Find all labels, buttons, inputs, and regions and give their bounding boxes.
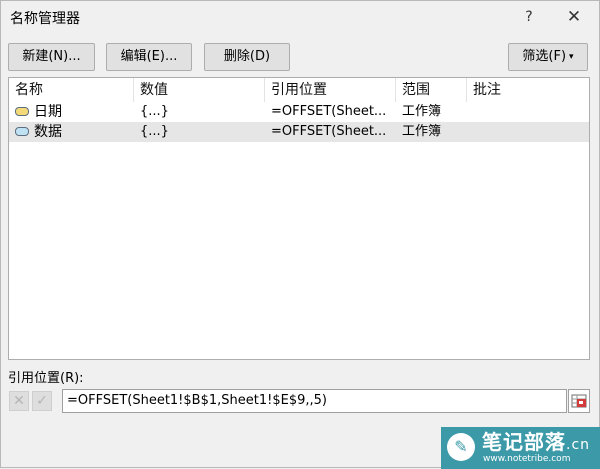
row-refers-to: =OFFSET(Sheet... [271, 124, 387, 139]
column-header-comment[interactable]: 批注 [467, 78, 589, 102]
row-value: {...} [140, 104, 169, 119]
row-name: 数据 [34, 124, 62, 140]
chevron-down-icon: ▾ [569, 52, 574, 62]
refers-to-label: 引用位置(R): [8, 371, 84, 386]
cancel-edit-icon[interactable]: ✕ [9, 391, 29, 411]
column-headers: 名称 数值 引用位置 范围 批注 [9, 78, 589, 102]
column-header-refers-to[interactable]: 引用位置 [265, 78, 396, 102]
dialog-title: 名称管理器 [10, 11, 80, 27]
watermark-logo: ✎ 笔记部落.cn www.notetribe.com [441, 427, 600, 469]
name-tag-cell [13, 122, 33, 142]
row-scope: 工作簿 [402, 124, 442, 139]
name-tag-icon [15, 127, 29, 136]
row-comment [473, 122, 583, 142]
refers-to-input[interactable]: =OFFSET(Sheet1!$B$1,Sheet1!$E$9,,5) [62, 389, 567, 413]
watermark-brand: 笔记部落.cn [482, 430, 591, 454]
title-bar: 名称管理器 ? ✕ [1, 1, 599, 35]
delete-button[interactable]: 删除(D) [204, 43, 290, 71]
help-icon[interactable]: ? [518, 6, 540, 28]
column-header-name[interactable]: 名称 [9, 78, 134, 102]
row-name: 日期 [34, 104, 62, 120]
filter-label: 筛选(F) [522, 49, 567, 64]
confirm-edit-icon[interactable]: ✓ [32, 391, 52, 411]
close-icon[interactable]: ✕ [563, 6, 585, 28]
column-header-value[interactable]: 数值 [134, 78, 265, 102]
range-select-icon [571, 394, 587, 408]
row-value: {...} [140, 124, 169, 139]
table-row[interactable]: 日期 {...} =OFFSET(Sheet... 工作簿 [9, 102, 589, 122]
name-tag-cell [13, 102, 33, 122]
column-header-scope[interactable]: 范围 [396, 78, 467, 102]
filter-button[interactable]: 筛选(F) ▾ [508, 43, 588, 71]
names-list[interactable]: 名称 数值 引用位置 范围 批注 日期 {...} =OFFSET(Sheet.… [8, 77, 590, 360]
watermark-url: www.notetribe.com [483, 454, 571, 464]
collapse-dialog-button[interactable] [568, 389, 590, 413]
name-manager-dialog: 名称管理器 ? ✕ 新建(N)... 编辑(E)... 删除(D) 筛选(F) ▾… [0, 0, 600, 469]
row-refers-to: =OFFSET(Sheet... [271, 104, 387, 119]
name-tag-icon [15, 107, 29, 116]
new-button[interactable]: 新建(N)... [8, 43, 95, 71]
edit-button[interactable]: 编辑(E)... [106, 43, 192, 71]
row-comment [473, 102, 583, 122]
pen-icon: ✎ [447, 433, 475, 461]
table-row-selected[interactable]: 数据 {...} =OFFSET(Sheet... 工作簿 [9, 122, 589, 142]
row-scope: 工作簿 [402, 104, 442, 119]
